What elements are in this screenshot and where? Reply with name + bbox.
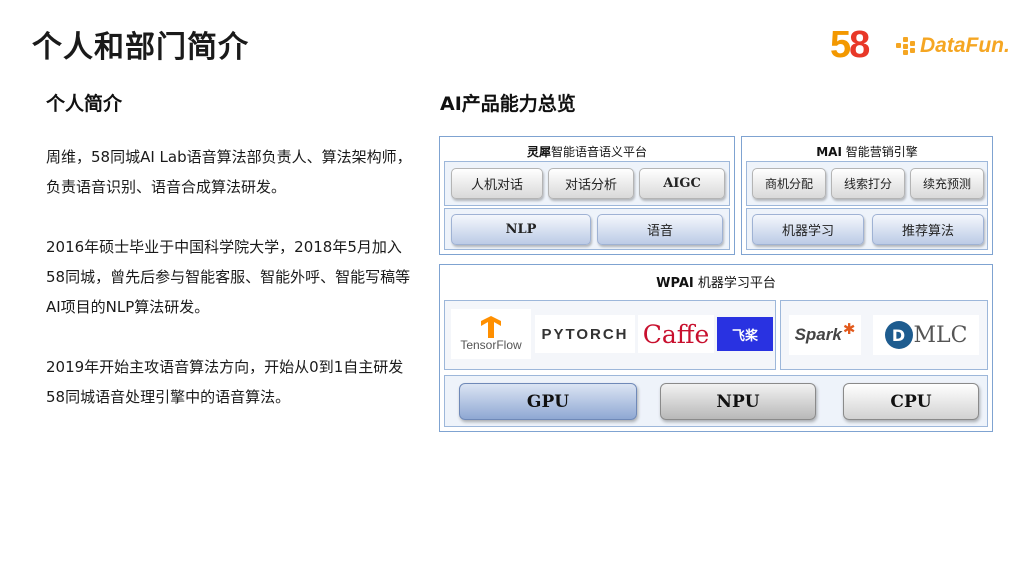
framework-tensorflow[interactable]: TensorFlow [451,309,531,359]
lingxi-platform-box: 灵犀智能语音语义平台 人机对话 对话分析 AIGC NLP 语音 [439,136,735,255]
spark-label: Spark [794,325,842,344]
mai-base-row: 机器学习 推荐算法 [746,208,988,250]
bio-paragraph: 周维，58同城AI Lab语音算法部负责人、算法架构师，负责语音识别、语音合成算… [46,148,412,196]
framework-caffe[interactable]: Caffe [638,315,714,353]
logo-58: 58 [830,24,870,66]
bio-paragraph: 2019年开始主攻语音算法方向，开始从0到1自主研发58同城语音处理引擎中的语音… [46,358,404,406]
caffe-label: Caffe [642,319,710,349]
dl-frameworks-row: TensorFlow PYTORCH Caffe 飞桨 [444,300,776,370]
chip-dialog-analysis[interactable]: 对话分析 [548,168,634,199]
chip-nlp[interactable]: NLP [451,214,591,245]
mai-title: MAI 智能营销引擎 [816,145,918,159]
tensorflow-label: TensorFlow [460,338,522,352]
bio-paragraph: 2016年硕士毕业于中国科学院大学，2018年5月加入58同城，曾先后参与智能客… [46,238,411,316]
hardware-cpu[interactable]: CPU [843,383,979,420]
bio-text: 周维，58同城AI Lab语音算法部负责人、算法架构师，负责语音识别、语音合成算… [46,142,416,442]
ml-frameworks-row: Spark ✱ D MLC [780,300,988,370]
hardware-row: GPU NPU CPU [444,375,988,427]
mai-engine-box: MAI 智能营销引擎 商机分配 线索打分 续充预测 机器学习 推荐算法 [741,136,993,255]
framework-paddle[interactable]: 飞桨 [717,317,773,351]
dmlc-label: MLC [913,322,968,348]
paddle-label: 飞桨 [731,328,758,344]
chip-speech[interactable]: 语音 [597,214,723,245]
datafun-dots-icon [896,37,918,55]
chip-renewal-prediction[interactable]: 续充预测 [910,168,984,199]
chip-lead-allocation[interactable]: 商机分配 [752,168,826,199]
hardware-npu[interactable]: NPU [660,383,816,420]
wpai-title: WPAI 机器学习平台 [656,276,776,291]
pytorch-label: PYTORCH [541,325,629,343]
lingxi-title: 灵犀智能语音语义平台 [526,145,648,159]
slide-title: 个人和部门简介 [32,30,249,65]
bio-heading: 个人简介 [46,93,123,115]
ai-overview-heading: AI产品能力总览 [440,93,576,115]
lingxi-apps-row: 人机对话 对话分析 AIGC [444,161,730,206]
wpai-platform-box: WPAI 机器学习平台 TensorFlow PYTORCH Caffe 飞桨 … [439,264,993,432]
framework-spark[interactable]: Spark ✱ [789,315,861,355]
spark-star-icon: ✱ [842,320,856,338]
logo-datafun: DataFun. [896,34,1010,58]
dmlc-circle-icon: D [884,321,913,349]
lingxi-base-row: NLP 语音 [444,208,730,250]
chip-machine-learning[interactable]: 机器学习 [752,214,864,245]
mai-apps-row: 商机分配 线索打分 续充预测 [746,161,988,206]
datafun-wordmark: DataFun. [920,34,1010,57]
chip-human-dialog[interactable]: 人机对话 [451,168,543,199]
chip-aigc[interactable]: AIGC [639,168,725,199]
chip-lead-scoring[interactable]: 线索打分 [831,168,905,199]
framework-pytorch[interactable]: PYTORCH [535,315,635,353]
hardware-gpu[interactable]: GPU [459,383,637,420]
chip-recommendation[interactable]: 推荐算法 [872,214,984,245]
tensorflow-icon [481,316,501,338]
framework-dmlc[interactable]: D MLC [873,315,979,355]
